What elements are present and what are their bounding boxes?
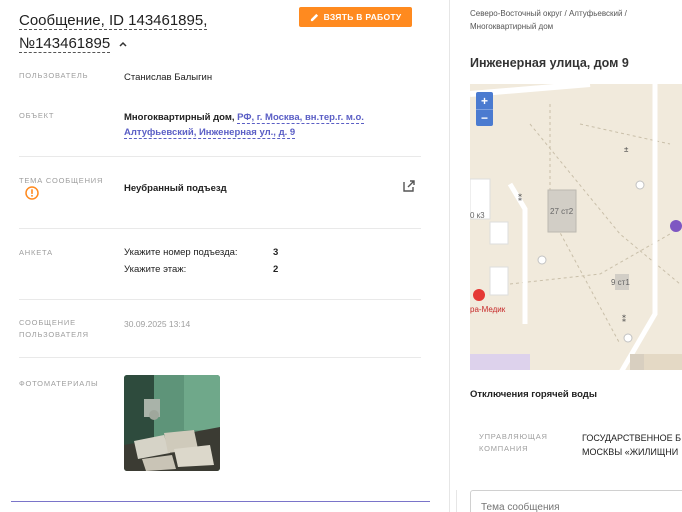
divider: [19, 357, 421, 358]
management-company-label: УПРАВЛЯЮЩАЯ КОМПАНИЯ: [479, 432, 548, 453]
divider: [19, 156, 421, 157]
external-link-icon[interactable]: [402, 179, 416, 193]
map-label: 0 к3: [470, 211, 485, 220]
map-zoom-control: + −: [476, 92, 493, 126]
photos-label: ФОТОМАТЕРИАЛЫ: [19, 379, 99, 388]
map[interactable]: ± ⁑ ⁑ 27 ст2 9 ст1 0 к3 ра-Медик + −: [470, 84, 682, 370]
svg-text:⁑: ⁑: [518, 192, 522, 203]
photo-thumbnail[interactable]: [124, 375, 220, 471]
svg-text:⁑: ⁑: [622, 313, 626, 324]
object-label: ОБЪЕКТ: [19, 111, 55, 120]
subject-field-label: Тема сообщения: [481, 502, 560, 512]
survey-label: АНКЕТА: [19, 248, 53, 257]
address-title: Инженерная улица, дом 9: [470, 56, 629, 70]
user-label: ПОЛЬЗОВАТЕЛЬ: [19, 71, 89, 80]
svg-text:±: ±: [624, 145, 629, 154]
object-panel: Северо-Восточный округ / Алтуфьевский / …: [458, 0, 682, 512]
warning-icon: [25, 186, 39, 200]
survey-answer: 2: [273, 264, 279, 275]
pencil-icon: [310, 13, 318, 21]
object-value: Многоквартирный дом, РФ, г. Москва, вн.т…: [124, 110, 384, 140]
subject-field[interactable]: Тема сообщения: [470, 490, 682, 512]
survey-question: Укажите этаж:: [124, 264, 187, 275]
map-label: ра-Медик: [470, 305, 506, 314]
map-label: 9 ст1: [611, 278, 630, 287]
survey-question: Укажите номер подъезда:: [124, 247, 238, 258]
comment-field-underline[interactable]: [11, 501, 430, 502]
chevron-up-icon[interactable]: [118, 39, 128, 49]
page-title: Сообщение, ID 143461895, №143461895: [19, 9, 289, 55]
divider: [19, 228, 421, 229]
take-to-work-button[interactable]: ВЗЯТЬ В РАБОТУ: [299, 7, 412, 27]
map-label: 27 ст2: [550, 207, 574, 216]
object-type: Многоквартирный дом,: [124, 112, 235, 123]
zoom-in-button[interactable]: +: [476, 92, 493, 109]
panel-divider: [449, 0, 450, 512]
topic-value: Неубранный подъезд: [124, 183, 227, 194]
message-title-text[interactable]: Сообщение, ID 143461895, №143461895: [19, 12, 208, 53]
zoom-out-button[interactable]: −: [476, 109, 493, 126]
breadcrumb: Северо-Восточный округ / Алтуфьевский / …: [470, 9, 627, 31]
outage-title: Отключения горячей воды: [470, 389, 597, 400]
management-company-value: ГОСУДАРСТВЕННОЕ Б МОСКВЫ «ЖИЛИЩНИ: [582, 431, 681, 459]
management-company-line: ГОСУДАРСТВЕННОЕ Б: [582, 433, 681, 443]
survey-answer: 3: [273, 247, 279, 258]
message-panel: Сообщение, ID 143461895, №143461895 ВЗЯТ…: [0, 0, 450, 512]
map-canvas[interactable]: ± ⁑ ⁑ 27 ст2 9 ст1 0 к3 ра-Медик: [470, 84, 682, 370]
management-company-line: МОСКВЫ «ЖИЛИЩНИ: [582, 447, 679, 457]
message-label: СООБЩЕНИЕ ПОЛЬЗОВАТЕЛЯ: [19, 318, 89, 339]
divider: [19, 299, 421, 300]
take-to-work-label: ВЗЯТЬ В РАБОТУ: [323, 12, 402, 22]
message-date: 30.09.2025 13:14: [124, 319, 191, 329]
panel-divider: [456, 490, 457, 512]
user-value: Станислав Балыгин: [124, 72, 213, 83]
